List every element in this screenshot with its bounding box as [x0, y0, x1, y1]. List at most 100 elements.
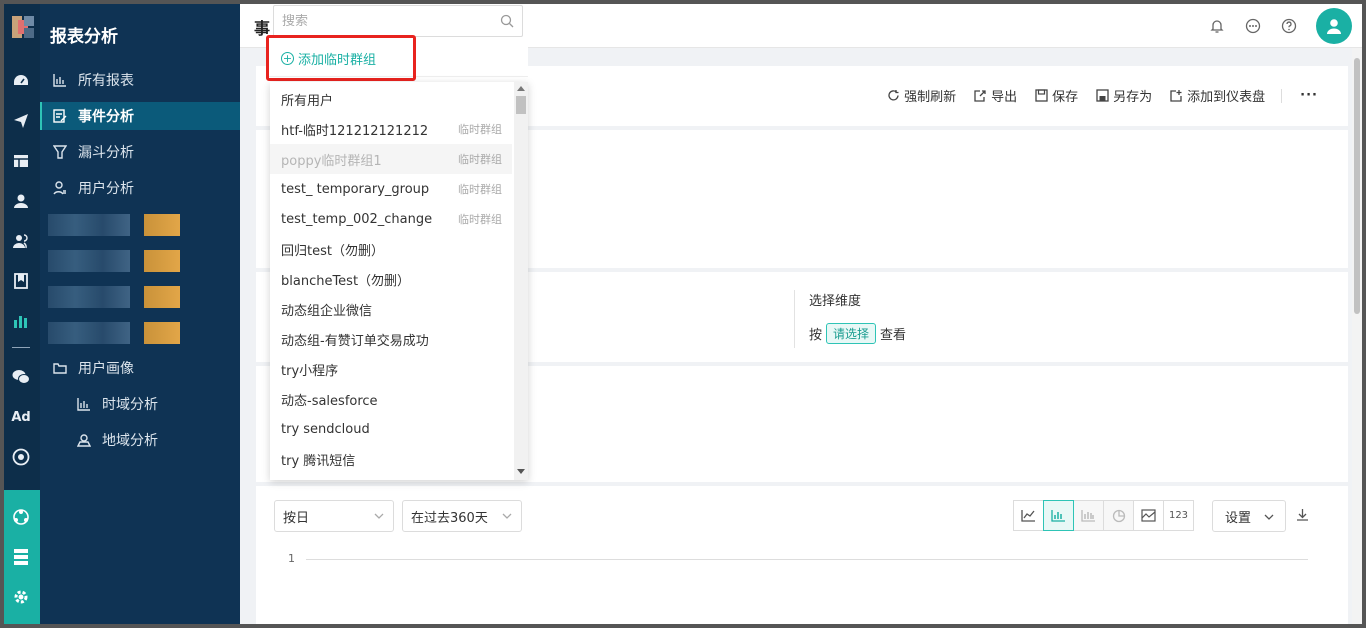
chart-card: 按日 在过去360天 123 设置 1: [256, 486, 1348, 624]
user-search-icon: [52, 180, 68, 196]
icon-rail: Ad: [4, 4, 40, 624]
bookmark-icon[interactable]: [10, 270, 32, 292]
scroll-down-arrow-icon[interactable]: [517, 469, 525, 474]
group-search-box[interactable]: [273, 5, 523, 37]
page-scrollbar[interactable]: [1352, 48, 1362, 624]
item-tag: 临时群组: [458, 123, 502, 136]
layout-icon[interactable]: [10, 150, 32, 172]
sidebar-item-label: 所有报表: [78, 73, 134, 89]
list-item[interactable]: blancheTest（勿删）: [270, 264, 512, 294]
button-label: 强制刷新: [904, 90, 957, 105]
list-item[interactable]: 所有用户: [270, 84, 512, 114]
dimension-label: 选择维度: [809, 294, 862, 309]
funnel-icon: [52, 144, 68, 160]
item-label: try 腾讯短信: [281, 453, 356, 469]
scrollbar-thumb[interactable]: [1354, 58, 1360, 314]
dimension-prefix: 按: [809, 328, 823, 343]
send-icon[interactable]: [10, 110, 32, 132]
nav-title: 报表分析: [50, 27, 118, 47]
sidebar-item-all-reports[interactable]: 所有报表: [40, 66, 240, 94]
list-item[interactable]: 回归test（勿删）: [270, 234, 512, 264]
sidebar-item-user-portrait[interactable]: 用户画像: [40, 354, 240, 382]
sidebar-item-time-analysis[interactable]: 时域分析: [40, 390, 240, 418]
save-as-button[interactable]: 另存为: [1096, 86, 1152, 105]
item-label: poppy临时群组1: [281, 153, 382, 169]
bar-chart-icon: [1051, 510, 1065, 522]
line-chart-button[interactable]: [1013, 500, 1044, 531]
sidebar-item-user-analysis[interactable]: 用户分析: [40, 174, 240, 202]
list-item[interactable]: 动态组-有赞订单交易成功: [270, 324, 512, 354]
dashboard-icon[interactable]: [10, 70, 32, 92]
save-as-icon: [1096, 89, 1109, 102]
list-item[interactable]: test_ temporary_group 临时群组: [270, 174, 512, 204]
dimension-suffix: 查看: [880, 328, 907, 343]
export-button[interactable]: 导出: [974, 86, 1017, 105]
target-icon[interactable]: [10, 446, 32, 468]
sidebar-item-event-analysis[interactable]: 事件分析: [40, 102, 240, 130]
rail-bottom-panel: [4, 490, 40, 624]
help-icon[interactable]: [1280, 17, 1298, 35]
bar-chart-icon[interactable]: [10, 310, 32, 332]
bell-icon[interactable]: [1208, 17, 1226, 35]
granularity-select[interactable]: 按日: [274, 500, 394, 532]
server-icon[interactable]: [10, 546, 32, 568]
add-temp-group-button[interactable]: + 添加临时群组: [266, 35, 416, 81]
scroll-up-arrow-icon[interactable]: [517, 86, 525, 91]
list-item[interactable]: 动态-salesforce: [270, 384, 512, 414]
line-chart-icon: [1021, 510, 1035, 522]
item-tag: 临时群组: [458, 153, 502, 166]
item-label: 所有用户: [281, 93, 334, 109]
users-icon[interactable]: [10, 230, 32, 252]
folder-icon: [52, 360, 68, 376]
number-view-button[interactable]: 123: [1163, 500, 1194, 531]
list-item[interactable]: htf-临时121212121212 临时群组: [270, 114, 512, 144]
add-to-dashboard-button[interactable]: 添加到仪表盘: [1170, 86, 1265, 105]
item-label: test_ temporary_group: [281, 181, 430, 197]
pie-chart-button: [1103, 500, 1134, 531]
sidebar-item-region-analysis[interactable]: 地域分析: [40, 426, 240, 454]
list-item[interactable]: 动态组企业微信: [270, 294, 512, 324]
list-item[interactable]: try小程序: [270, 354, 512, 384]
date-range-select[interactable]: 在过去360天: [402, 500, 522, 532]
message-icon[interactable]: [1244, 17, 1262, 35]
sidebar-item-funnel-analysis[interactable]: 漏斗分析: [40, 138, 240, 166]
item-tag: 临时群组: [458, 183, 502, 196]
report-toolbar: 强制刷新 导出 保存 另存为 添加到仪表盘 ···: [869, 86, 1318, 105]
list-item[interactable]: try 腾讯短信: [270, 444, 512, 474]
sidebar-item-label: 事件分析: [78, 109, 134, 125]
obscured-nav-item: [48, 250, 198, 272]
wechat-icon[interactable]: [10, 366, 32, 388]
save-button[interactable]: 保存: [1035, 86, 1078, 105]
search-icon: [500, 14, 514, 28]
ad-icon[interactable]: Ad: [10, 406, 32, 428]
list-item[interactable]: try sendcloud: [270, 414, 512, 444]
scrollbar-thumb[interactable]: [516, 96, 526, 114]
button-label: 添加到仪表盘: [1187, 90, 1266, 105]
stacked-bar-icon: [1081, 510, 1095, 522]
select-value: 按日: [283, 510, 310, 526]
refresh-icon: [888, 90, 899, 101]
more-button[interactable]: ···: [1300, 88, 1318, 103]
rail-divider: [12, 347, 30, 348]
bar-chart-button[interactable]: [1043, 500, 1074, 531]
plus-circle-icon: +: [281, 51, 294, 65]
dropdown-scrollbar[interactable]: [514, 82, 528, 480]
item-tag: 临时群组: [458, 213, 502, 226]
chart-settings-button[interactable]: 设置: [1212, 500, 1286, 532]
bar-chart-icon: [52, 72, 68, 88]
user-icon[interactable]: [10, 190, 32, 212]
avatar[interactable]: [1316, 8, 1352, 44]
group-search-input[interactable]: [282, 13, 482, 29]
list-item[interactable]: poppy临时群组1 临时群组: [270, 144, 512, 174]
org-icon[interactable]: [10, 506, 32, 528]
area-chart-button[interactable]: [1133, 500, 1164, 531]
dimension-select-button[interactable]: 请选择: [826, 323, 877, 344]
dimension-selector: 选择维度 按 请选择 查看: [794, 290, 906, 348]
app-logo: [12, 16, 34, 38]
button-label: 另存为: [1113, 90, 1153, 105]
gear-icon[interactable]: [10, 586, 32, 608]
list-item[interactable]: test_temp_002_change 临时群组: [270, 204, 512, 234]
force-refresh-button[interactable]: 强制刷新: [887, 86, 956, 105]
download-icon[interactable]: [1296, 508, 1309, 525]
export-icon: [974, 90, 986, 102]
